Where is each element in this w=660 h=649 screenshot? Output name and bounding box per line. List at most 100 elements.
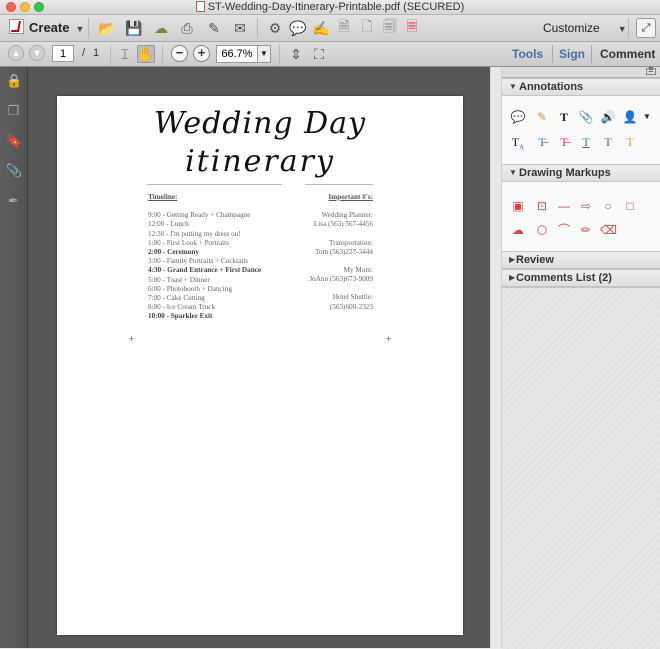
- toolbar-separator: [279, 45, 280, 65]
- cloud-upload-icon[interactable]: ☁: [152, 19, 170, 37]
- timeline-item: 5:00 - Toast + Dinner: [148, 275, 210, 284]
- collapsed-triangle-icon: ▶: [509, 273, 516, 282]
- page-separator: /: [82, 47, 86, 59]
- record-audio-icon[interactable]: 🔊: [600, 109, 616, 125]
- print-icon[interactable]: ⎙: [178, 19, 196, 37]
- stamp-icon[interactable]: 👤: [622, 109, 638, 125]
- zoom-dropdown-chevron-icon[interactable]: ▼: [257, 45, 271, 63]
- document-workspace[interactable]: Wedding Day itinerary Timeline: 9:00 - G…: [28, 67, 490, 648]
- expand-button[interactable]: ⤢: [636, 18, 656, 38]
- timeline-item: 12:00 - Lunch: [148, 220, 189, 229]
- page-number-input[interactable]: [52, 45, 74, 62]
- insert-text-icon[interactable]: TA: [510, 134, 526, 151]
- annotations-tools: 💬 ✎ T 📎 🔊 👤 ▼ TA T̶ T̶ T T T: [502, 96, 660, 164]
- underline-text-icon[interactable]: T: [578, 134, 594, 150]
- callout-icon[interactable]: ⊡: [534, 198, 550, 214]
- contact-role: Hotel Shuttle:: [332, 293, 373, 302]
- sticky-note-icon[interactable]: 💬: [510, 109, 526, 125]
- contact-spacer: [277, 257, 373, 266]
- drawing-markups-section-header[interactable]: ▼ Drawing Markups: [502, 164, 660, 182]
- drawing-markups-label: Drawing Markups: [519, 167, 611, 179]
- hand-tool-icon[interactable]: ✋: [137, 45, 155, 63]
- timeline-item: 1:00 - First Look + Portraits: [148, 238, 229, 247]
- highlight-text-icon[interactable]: ✎: [534, 109, 550, 125]
- add-text-icon[interactable]: T: [556, 109, 572, 125]
- create-button[interactable]: Create ▼: [9, 19, 84, 37]
- timeline-item: 3:00 - Family Portraits + Cocktails: [148, 257, 249, 266]
- connected-lines-icon[interactable]: ⌒: [556, 222, 572, 238]
- timeline-item: 9:00 - Getting Ready + Champagne: [148, 211, 251, 220]
- timeline-item: 6:00 - Photobooth + Dancing: [148, 284, 232, 293]
- pdf-page[interactable]: Wedding Day itinerary Timeline: 9:00 - G…: [57, 96, 463, 635]
- oval-icon[interactable]: ○: [600, 198, 616, 214]
- timeline-item: 10:00 - Sparkler Exit: [148, 312, 213, 321]
- contacts-column: Important #'s: Wedding Planner: Lisa (563…: [277, 193, 373, 312]
- rectangle-icon[interactable]: □: [622, 198, 638, 214]
- annotations-section-header[interactable]: ▼ Annotations: [502, 78, 660, 96]
- select-cursor-icon[interactable]: ⌶: [116, 45, 134, 63]
- chevron-down-icon[interactable]: ▼: [639, 109, 655, 125]
- cloud-icon[interactable]: ☁: [510, 222, 526, 238]
- attach-file-icon[interactable]: 📎: [578, 109, 594, 125]
- document-certified-icon[interactable]: 🗏: [403, 18, 421, 37]
- full-screen-icon[interactable]: ⛶: [310, 45, 328, 63]
- customize-button[interactable]: Customize ▼: [543, 19, 627, 37]
- review-section-header[interactable]: ▶ Review: [502, 251, 660, 269]
- email-icon[interactable]: ✉: [231, 19, 249, 37]
- next-page-icon[interactable]: ▼: [29, 45, 45, 61]
- comment-icon[interactable]: 💬: [289, 19, 307, 37]
- zoom-level-input[interactable]: [216, 45, 258, 63]
- window-title: ST-Wedding-Day-Itinerary-Printable.pdf (…: [0, 0, 660, 14]
- vertical-scrollbar[interactable]: [490, 67, 502, 648]
- pages-icon[interactable]: ❐: [6, 103, 21, 118]
- line-icon[interactable]: —: [556, 198, 572, 214]
- document-secure-icon[interactable]: 🗋: [358, 18, 376, 37]
- document-stamp-icon[interactable]: 🗐: [381, 18, 399, 37]
- expanded-triangle-icon: ▼: [509, 82, 517, 91]
- polygon-icon[interactable]: ⬡: [534, 222, 550, 238]
- contact-role: Wedding Planner:: [321, 211, 373, 220]
- timeline-item: 7:00 - Cake Cutting: [148, 294, 205, 303]
- folder-open-icon[interactable]: 📂: [98, 19, 116, 37]
- tab-sign[interactable]: Sign: [559, 45, 585, 63]
- edit-icon[interactable]: ✎: [205, 19, 223, 37]
- create-pdf-icon: [9, 19, 24, 34]
- important-numbers-header: Important #'s:: [328, 193, 373, 201]
- save-icon[interactable]: 💾: [125, 19, 143, 37]
- arrow-icon[interactable]: ⇨: [578, 198, 594, 214]
- contacts-list: Wedding Planner: Lisa (563) 567-4456 Trans…: [277, 211, 373, 312]
- zoom-in-icon[interactable]: +: [193, 45, 210, 62]
- document-icon[interactable]: 🗎: [335, 18, 353, 37]
- tab-tools[interactable]: Tools: [512, 45, 543, 63]
- pencil-icon[interactable]: ✏: [578, 222, 594, 238]
- bookmark-icon[interactable]: 🔖: [6, 133, 22, 148]
- expanded-triangle-icon: ▼: [509, 168, 517, 177]
- sign-icon[interactable]: ✍: [312, 19, 330, 37]
- replace-text-icon[interactable]: T̶: [534, 134, 550, 150]
- fit-page-icon[interactable]: ⇕: [287, 45, 305, 63]
- lock-icon[interactable]: 🔒: [6, 73, 22, 88]
- panel-menu-icon[interactable]: ☰: [646, 68, 656, 75]
- chevron-down-icon: ▼: [75, 24, 85, 34]
- gear-icon[interactable]: ⚙: [266, 19, 284, 37]
- drawing-tools: ▣ ⊡ — ⇨ ○ □ ☁ ⬡ ⌒ ✏ ⌫: [502, 182, 660, 251]
- attachment-icon[interactable]: 📎: [6, 163, 22, 178]
- signature-icon[interactable]: ✒: [6, 193, 21, 208]
- text-correction-icon[interactable]: T: [622, 134, 638, 150]
- annotations-label: Annotations: [519, 81, 584, 93]
- previous-page-icon[interactable]: ▲: [8, 45, 24, 61]
- comments-list-label: Comments List (2): [516, 272, 612, 284]
- document-title-line2: itinerary: [185, 144, 335, 179]
- timeline-header: Timeline:: [148, 193, 178, 201]
- strikethrough-icon[interactable]: T̶: [556, 134, 572, 150]
- tab-comment[interactable]: Comment: [600, 45, 655, 63]
- eraser-icon[interactable]: ⌫: [600, 222, 617, 238]
- crop-mark: +: [386, 334, 392, 344]
- contact-spacer: [277, 230, 373, 239]
- text-box-icon[interactable]: ▣: [510, 198, 526, 214]
- add-note-to-text-icon[interactable]: T: [600, 134, 616, 150]
- comments-list-section-header[interactable]: ▶ Comments List (2): [502, 269, 660, 287]
- contact-role: My Mom:: [343, 266, 373, 275]
- zoom-out-icon[interactable]: −: [171, 45, 188, 62]
- timeline-item: 8:00 - Ice Cream Truck: [148, 303, 216, 312]
